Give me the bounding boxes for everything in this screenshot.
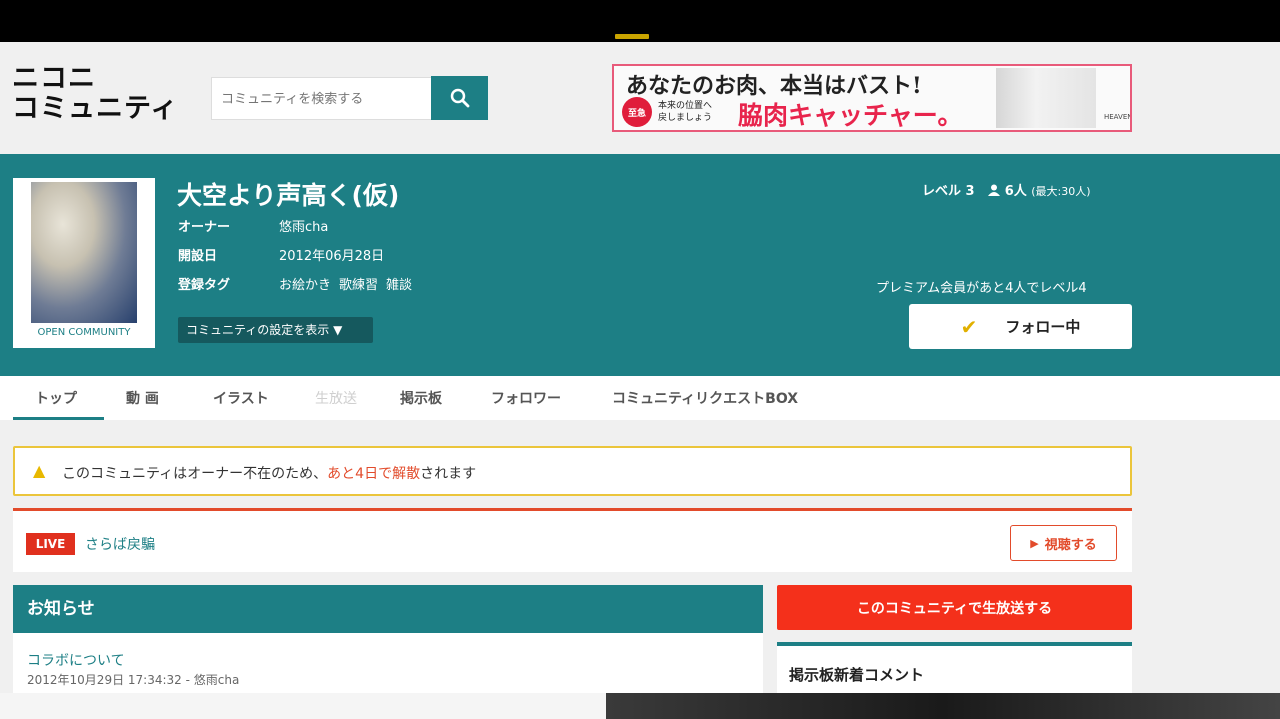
ad-badge: 至急: [622, 97, 652, 127]
tag-item[interactable]: 歌練習: [339, 278, 378, 293]
founded-label: 開設日: [178, 249, 218, 264]
ad-subtext-line-1: 本来の位置へ: [658, 101, 713, 111]
tab-top[interactable]: トップ: [35, 388, 77, 408]
watch-label: 視聴する: [1044, 537, 1097, 553]
notice-text-after: されます: [420, 466, 477, 482]
follow-label: フォロー中: [1005, 318, 1081, 336]
member-count: 6人: [1004, 184, 1027, 199]
community-icon-image: [31, 182, 137, 323]
tab-illust[interactable]: イラスト: [213, 388, 269, 408]
level-info: レベル 3 6人 (最大:30人): [922, 180, 1091, 199]
play-icon: ▶: [1030, 536, 1039, 550]
community-thumbnail[interactable]: OPEN COMMUNITY: [13, 178, 155, 348]
founded-date: 2012年06月28日: [279, 249, 385, 264]
show-settings-button[interactable]: コミュニティの設定を表示 ▼: [178, 317, 373, 343]
active-tab-indicator: [13, 417, 104, 420]
search-icon: [450, 88, 469, 108]
ad-model-image: [996, 68, 1096, 128]
check-icon: ✔: [960, 314, 978, 339]
bbs-new-comments-title: 掲示板新着コメント: [789, 666, 925, 684]
site-logo[interactable]: ニコニ コミュニティ: [12, 64, 178, 124]
tab-request-box[interactable]: コミュニティリクエストBOX: [612, 388, 798, 408]
follow-button[interactable]: ✔ フォロー中: [909, 304, 1132, 349]
owner-label: オーナー: [178, 220, 231, 235]
ad-brand: HEAVEN: [1104, 113, 1132, 121]
search-input[interactable]: [212, 78, 423, 120]
search-box: [211, 77, 431, 120]
premium-level-text: プレミアム会員があと4人でレベル4: [876, 281, 1087, 296]
top-black-bar: [0, 0, 1280, 42]
tag-item[interactable]: 雑談: [386, 278, 412, 293]
bottom-overlay-strip: [0, 693, 1280, 719]
level-text: レベル 3: [922, 184, 975, 199]
live-panel: LIVE さらば戻騙 ▶ 視聴する: [13, 508, 1132, 572]
tab-bbs[interactable]: 掲示板: [400, 388, 442, 408]
live-title-link[interactable]: さらば戻騙: [85, 534, 155, 554]
notice-highlight: あと4日で解散: [327, 466, 421, 482]
tag-item[interactable]: お絵かき: [279, 278, 331, 293]
tags-row: 登録タグ お絵かき 歌練習 雑談: [178, 274, 420, 293]
ad-subtext-line-2: 戻しましょう: [658, 113, 713, 123]
tab-live: 生放送: [315, 391, 357, 407]
video-overlay-dark: [606, 693, 1280, 719]
logo-line-2: コミュニティ: [12, 93, 179, 124]
community-title: 大空より声高く(仮): [177, 181, 400, 210]
tab-followers[interactable]: フォロワー: [491, 388, 561, 408]
logo-line-1: ニコニ: [12, 63, 96, 94]
news-list: コラボについて 2012年10月29日 17:34:32 - 悠雨cha: [13, 633, 763, 693]
user-icon: [988, 184, 1001, 196]
founded-row: 開設日 2012年06月28日: [178, 245, 384, 264]
ad-subtext: 本来の位置へ 戻しましょう: [658, 100, 712, 124]
start-broadcast-button[interactable]: このコミュニティで生放送する: [777, 585, 1132, 630]
tags-label: 登録タグ: [178, 278, 231, 293]
warning-icon: ▲: [33, 461, 46, 480]
news-item-meta: 2012年10月29日 17:34:32 - 悠雨cha: [27, 673, 240, 687]
news-item-link[interactable]: コラボについて: [27, 650, 125, 670]
notice-text: このコミュニティはオーナー不在のため、あと4日で解散されます: [62, 463, 476, 483]
bbs-new-comments-panel: 掲示板新着コメント: [777, 642, 1132, 693]
dissolution-notice: ▲ このコミュニティはオーナー不在のため、あと4日で解散されます: [13, 446, 1132, 496]
live-badge: LIVE: [26, 533, 75, 555]
tab-video[interactable]: 動 画: [126, 388, 159, 408]
owner-name[interactable]: 悠雨cha: [279, 220, 328, 235]
ad-banner[interactable]: あなたのお肉、本当はバスト! 至急 本来の位置へ 戻しましょう 脇肉キャッチャー…: [612, 64, 1132, 132]
thumbnail-caption: OPEN COMMUNITY: [37, 327, 131, 338]
watch-button[interactable]: ▶ 視聴する: [1010, 525, 1117, 561]
member-max: (最大:30人): [1031, 185, 1091, 198]
news-heading: お知らせ: [13, 585, 763, 633]
search-button[interactable]: [431, 76, 488, 120]
owner-row: オーナー 悠雨cha: [178, 216, 328, 235]
notice-text-before: このコミュニティはオーナー不在のため、: [62, 466, 328, 482]
video-title-marker: [615, 34, 649, 39]
ad-cta: 脇肉キャッチャー。: [738, 101, 963, 130]
